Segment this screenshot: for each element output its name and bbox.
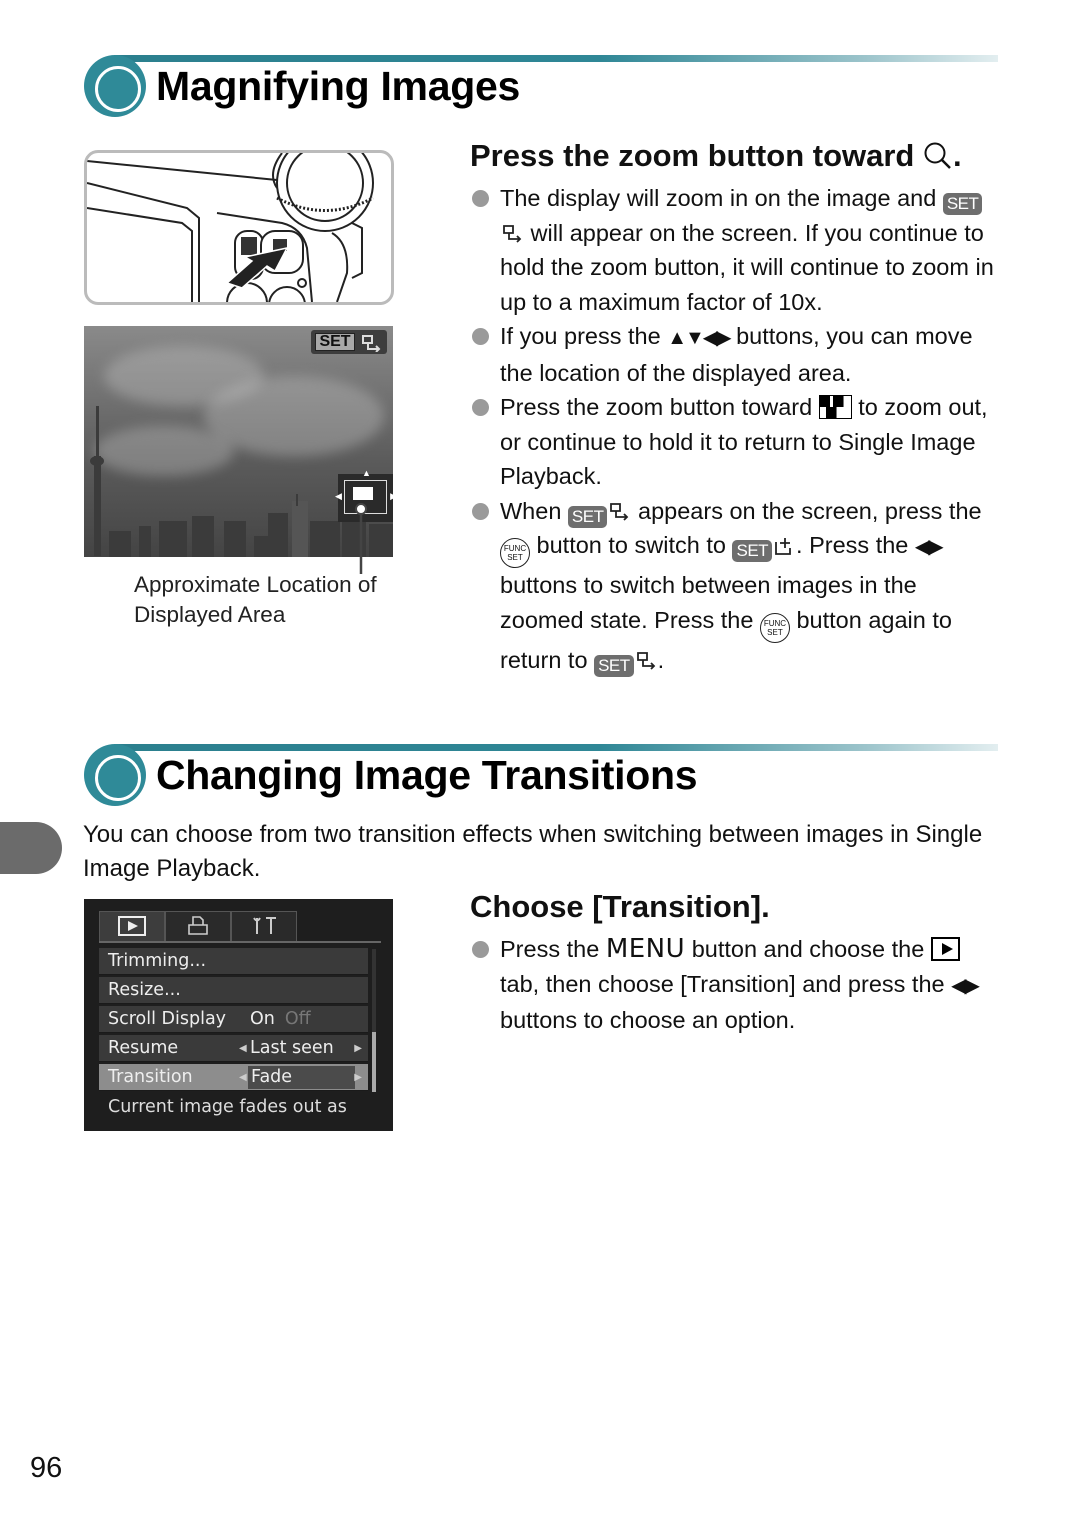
bullet-item: Press the MENU button and choose the tab… — [470, 932, 1000, 1038]
transition-instructions: Press the MENU button and choose the tab… — [470, 932, 1000, 1038]
menu-row-resume: Resume ◀ Last seen ▶ — [99, 1035, 368, 1062]
print-icon — [188, 915, 208, 935]
right-arrow-icon: ▶ — [354, 1072, 362, 1083]
section-title: Magnifying Images — [156, 63, 520, 109]
left-arrow-icon: ◀ — [239, 1072, 247, 1083]
section-header-transitions: Changing Image Transitions — [84, 744, 998, 808]
right-arrow-icon: ▶ — [390, 491, 393, 502]
set-badge: SET — [315, 333, 355, 351]
scroll-display-icon — [636, 651, 655, 670]
scroll-display-icon — [503, 224, 522, 243]
bullet-item: When SET appears on the screen, press th… — [470, 494, 1000, 678]
left-right-arrows-icon: ◀▶ — [951, 974, 980, 997]
playback-icon — [118, 915, 146, 936]
tab-print — [165, 911, 231, 941]
bullet-item: If you press the ▲▼◀▶ buttons, you can m… — [470, 319, 1000, 390]
intro-paragraph: You can choose from two transition effec… — [83, 821, 983, 882]
scroll-display-icon — [610, 502, 629, 521]
right-arrow-icon: ▶ — [354, 1043, 362, 1054]
set-badge: SET — [732, 540, 773, 562]
section-circle-icon — [84, 744, 146, 806]
page-number: 96 — [30, 1452, 63, 1484]
step-title-zoom: Press the zoom button toward . — [470, 138, 962, 173]
tools-icon — [253, 916, 276, 934]
zoomed-playback-screen: SET ▲ ◀ ▶ — [84, 326, 393, 557]
image-jump-icon — [775, 538, 791, 555]
set-badge: SET — [594, 654, 634, 677]
menu-row-resize: Resize... — [99, 977, 368, 1004]
tab-settings — [231, 911, 297, 941]
magnify-icon — [924, 142, 951, 169]
up-arrow-icon: ▲ — [362, 468, 371, 478]
set-badge: SET — [567, 505, 608, 528]
left-right-arrows-icon: ◀▶ — [914, 536, 944, 558]
tab-playback — [99, 911, 165, 941]
section-title: Changing Image Transitions — [156, 752, 698, 798]
section-header-magnifying: Magnifying Images — [84, 55, 998, 119]
menu-button-label: MENU — [605, 934, 686, 964]
menu-scrollbar — [372, 949, 376, 1092]
up-down-arrows-icon: ▲▼ — [667, 327, 705, 349]
callout-leader-line — [355, 503, 367, 574]
left-right-arrows-icon: ◀▶ — [702, 327, 732, 349]
displayed-area-marker — [353, 487, 373, 500]
zoom-instructions: The display will zoom in on the image an… — [470, 181, 1000, 677]
step-title-transition: Choose [Transition]. — [470, 889, 770, 924]
camera-menu-screen: Trimming... Resize... Scroll Display On O… — [84, 899, 393, 1131]
bullet-item: Press the zoom button toward to zoom out… — [470, 390, 1000, 494]
header-bar — [114, 55, 998, 62]
playback-tab-icon — [930, 937, 960, 961]
camera-illustration-icon — [87, 153, 374, 302]
index-view-icon — [818, 395, 852, 419]
chapter-tab — [0, 822, 62, 874]
left-arrow-icon: ◀ — [239, 1043, 247, 1054]
skyline-icon — [90, 406, 393, 557]
callout-caption: Approximate Location of Displayed Area — [134, 572, 377, 627]
menu-row-transition: Transition ◀ Fade ▶ — [99, 1064, 368, 1091]
section-circle-icon — [84, 55, 146, 117]
bullet-item: The display will zoom in on the image an… — [470, 181, 1000, 319]
menu-row-trimming: Trimming... — [99, 948, 368, 975]
set-badge: SET — [942, 193, 983, 215]
header-bar — [114, 744, 998, 751]
zoom-mode-indicator: SET — [311, 330, 387, 354]
camera-zoom-lever-illustration — [84, 150, 394, 305]
menu-hint-text: Current image fades out as — [108, 1097, 347, 1117]
func-set-button-icon: FUNC SET — [759, 612, 790, 643]
scroll-display-icon — [362, 335, 381, 352]
menu-row-scroll-display: Scroll Display On Off — [99, 1006, 368, 1033]
left-arrow-icon: ◀ — [335, 491, 342, 501]
func-set-button-icon: FUNC SET — [500, 538, 530, 568]
